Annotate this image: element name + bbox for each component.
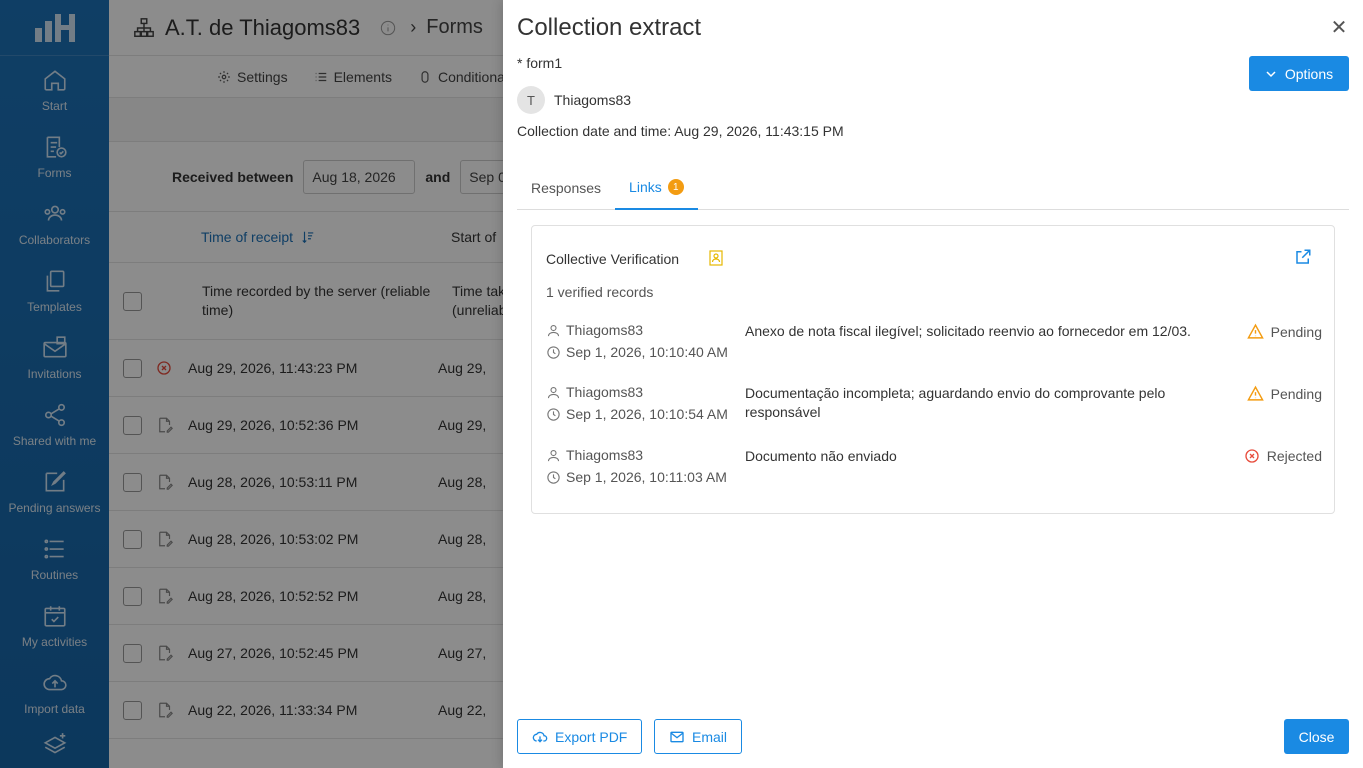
collector-user: T Thiagoms83: [517, 86, 631, 114]
drawer-title: Collection extract: [517, 14, 702, 41]
record-time: Sep 1, 2026, 10:10:40 AM: [546, 344, 728, 360]
record-note: Documentação incompleta; aguardando envi…: [745, 385, 1166, 420]
tab-label: Responses: [531, 180, 602, 196]
button-label: Email: [692, 728, 728, 745]
record-user-name: Thiagoms83: [566, 322, 644, 338]
verified-count: 1 verified records: [546, 284, 654, 300]
record-timestamp: Sep 1, 2026, 10:10:54 AM: [566, 406, 728, 422]
warning-icon: [1246, 323, 1264, 339]
form-name: * form1: [517, 55, 563, 71]
record-user-name: Thiagoms83: [566, 384, 644, 400]
close-button[interactable]: Close: [1284, 719, 1349, 754]
record-note: Documento não enviado: [745, 448, 897, 464]
drawer-tabs: Responses Links 1: [517, 166, 1349, 210]
record-note: Anexo de nota fiscal ilegível; solicitad…: [745, 323, 1191, 339]
record-user: Thiagoms83: [546, 384, 643, 400]
user-name: Thiagoms83: [554, 92, 632, 108]
cloud-download-icon: [532, 731, 548, 743]
id-badge-icon: [709, 250, 723, 266]
button-label: Export PDF: [555, 728, 628, 745]
collection-extract-drawer: Collection extract ✕ * form1 T Thiagoms8…: [503, 0, 1363, 768]
status-badge: Rejected: [1244, 448, 1322, 464]
user-icon: [547, 386, 560, 398]
clock-icon: [547, 470, 560, 484]
verification-card: Collective Verification 1 verified recor…: [531, 225, 1335, 514]
export-pdf-button[interactable]: Export PDF: [517, 719, 643, 754]
status-label: Pending: [1270, 385, 1322, 402]
tab-links[interactable]: Links 1: [615, 166, 698, 210]
chevron-down-icon: [1266, 70, 1276, 77]
options-button[interactable]: Options: [1249, 56, 1349, 91]
card-title: Collective Verification: [546, 251, 680, 267]
user-icon: [547, 324, 560, 336]
warning-icon: [1246, 385, 1264, 401]
record-time: Sep 1, 2026, 10:11:03 AM: [546, 469, 727, 485]
tab-responses[interactable]: Responses: [517, 166, 615, 210]
collection-date: Collection date and time: Aug 29, 2026, …: [517, 123, 844, 139]
email-button[interactable]: Email: [654, 719, 743, 754]
tab-label: Links: [629, 179, 662, 195]
rejected-icon: [1245, 449, 1259, 463]
status-badge: Pending: [1246, 323, 1322, 340]
record-user: Thiagoms83: [546, 322, 643, 338]
clock-icon: [547, 345, 560, 359]
external-link-icon[interactable]: [1294, 248, 1312, 266]
record-timestamp: Sep 1, 2026, 10:10:40 AM: [566, 344, 728, 360]
user-icon: [547, 449, 560, 461]
record-user-name: Thiagoms83: [566, 447, 644, 463]
status-badge: Pending: [1246, 385, 1322, 402]
record-user: Thiagoms83: [546, 447, 643, 463]
links-count-badge: 1: [667, 179, 684, 195]
options-label: Options: [1284, 65, 1334, 82]
record-time: Sep 1, 2026, 10:10:54 AM: [546, 406, 728, 422]
avatar: T: [517, 86, 545, 114]
clock-icon: [547, 407, 560, 421]
status-label: Pending: [1270, 323, 1322, 340]
record-timestamp: Sep 1, 2026, 10:11:03 AM: [566, 469, 727, 485]
status-label: Rejected: [1266, 448, 1322, 464]
close-icon[interactable]: ✕: [1329, 18, 1349, 38]
mail-icon: [670, 731, 684, 742]
